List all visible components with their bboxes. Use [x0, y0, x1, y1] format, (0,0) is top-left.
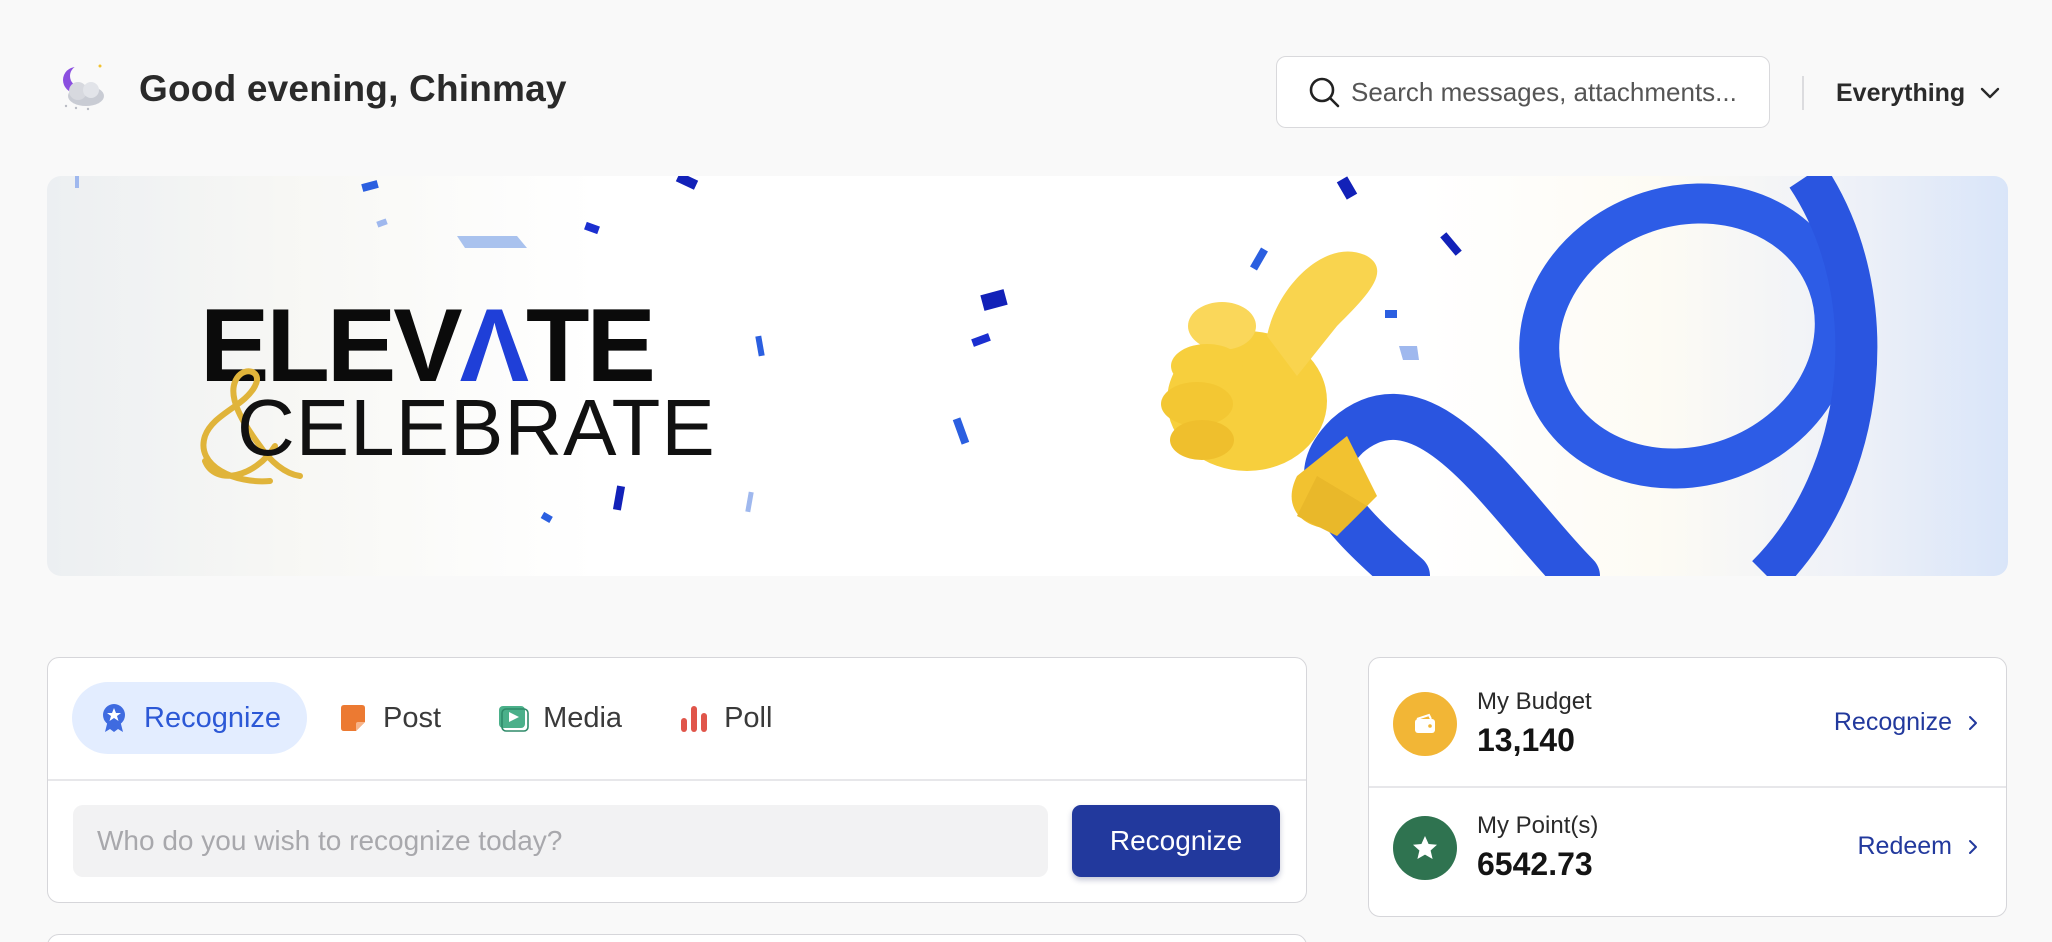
tab-post[interactable]: Post: [311, 682, 467, 754]
recognize-button[interactable]: Recognize: [1072, 805, 1280, 877]
blue-tube-loop: [1304, 176, 1878, 576]
wallet-card: My Budget 13,140 Recognize My Point(s) 6…: [1368, 657, 2007, 917]
chevron-right-icon: [1969, 839, 1977, 854]
budget-row: My Budget 13,140 Recognize: [1369, 658, 2006, 786]
banner-subtitle: CELEBRATE: [237, 383, 716, 472]
search-icon: [1309, 77, 1340, 108]
header-divider: [1802, 76, 1804, 110]
tab-poll[interactable]: Poll: [652, 682, 798, 754]
budget-label: My Budget: [1477, 688, 1592, 715]
wallet-icon: [1393, 692, 1457, 756]
home-page: Good evening, Chinmay Everything: [0, 0, 2052, 942]
star-icon: [1393, 816, 1457, 880]
greeting-title: Good evening, Chinmay: [139, 68, 567, 109]
elevate-celebrate-banner: ELEVΛTE CELEBRATE: [47, 176, 2008, 576]
bar-chart-icon: [678, 702, 710, 734]
search-input[interactable]: [1351, 76, 1769, 108]
chevron-down-icon: [1981, 87, 2000, 99]
tab-media-label: Media: [543, 701, 623, 734]
recognition-composer: Recognize Post Media Poll Who do you wis…: [47, 657, 1307, 903]
composer-divider: [48, 779, 1306, 781]
chevron-right-icon: [1969, 715, 1977, 730]
budget-recognize-label: Recognize: [1833, 708, 1952, 736]
composer-tabs: Recognize Post Media Poll: [72, 682, 802, 754]
sticky-note-icon: [337, 702, 369, 734]
search-box[interactable]: [1276, 56, 1770, 128]
points-label: My Point(s): [1477, 812, 1599, 839]
tab-poll-label: Poll: [724, 701, 773, 734]
award-badge-icon: [98, 702, 130, 734]
search-scope-dropdown[interactable]: Everything: [1836, 74, 2001, 112]
points-row: My Point(s) 6542.73 Redeem: [1369, 786, 2006, 914]
feed-card-partial: [47, 934, 1307, 942]
tab-recognize[interactable]: Recognize: [72, 682, 308, 754]
points-redeem-label: Redeem: [1857, 832, 1953, 860]
tab-recognize-label: Recognize: [144, 701, 282, 734]
thumbs-up-hand: [1161, 251, 1378, 536]
points-value: 6542.73: [1477, 846, 1593, 882]
recognize-input[interactable]: [73, 805, 1048, 877]
video-play-icon: [497, 702, 529, 734]
tab-post-label: Post: [383, 701, 442, 734]
search-scope-label: Everything: [1836, 78, 1966, 107]
tab-media[interactable]: Media: [471, 682, 648, 754]
budget-value: 13,140: [1477, 722, 1575, 758]
moon-cloud-icon: [56, 60, 110, 112]
points-redeem-link[interactable]: Redeem: [1858, 832, 1979, 861]
budget-recognize-link[interactable]: Recognize: [1834, 708, 1978, 737]
